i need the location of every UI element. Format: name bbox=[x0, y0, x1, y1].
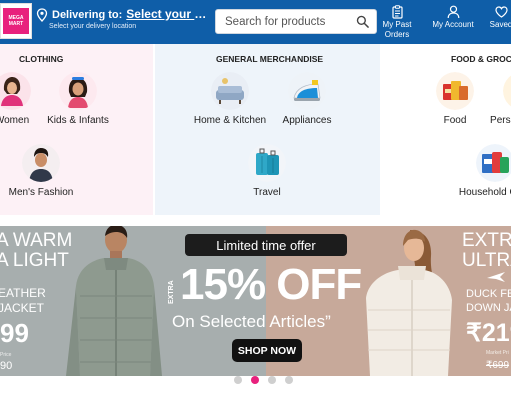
category-mens-fashion[interactable]: Men's Fashion bbox=[1, 144, 81, 198]
past-orders-label-2: Orders bbox=[384, 30, 410, 39]
banner-left-price: 99 bbox=[0, 318, 29, 348]
general-merchandise-panel: GENERAL MERCHANDISE Home & Kitchen Appli… bbox=[155, 44, 380, 215]
category-personal-care[interactable]: Personal Care bbox=[482, 72, 511, 126]
my-account-button[interactable]: My Account bbox=[430, 5, 476, 30]
carousel-dot[interactable] bbox=[268, 376, 276, 384]
food-grocery-panel: FOOD & GROCERY Food Personal Care Househ… bbox=[382, 44, 511, 215]
carousel-dot-active[interactable] bbox=[251, 376, 259, 384]
category-travel[interactable]: Travel bbox=[227, 144, 307, 198]
extra-label: EXTRA bbox=[168, 280, 175, 304]
category-label: Food bbox=[443, 115, 467, 126]
clothing-title: CLOTHING bbox=[19, 54, 64, 64]
category-label: Travel bbox=[253, 187, 281, 198]
banner-right-mrp: ₹699 bbox=[486, 360, 510, 371]
banner-left-heading-1: A WARM bbox=[0, 230, 73, 251]
store-logo[interactable]: MEGA MART bbox=[0, 3, 32, 39]
delivering-to-label: Delivering to: bbox=[52, 9, 123, 21]
past-orders-label-1: My Past bbox=[382, 20, 412, 29]
category-label: Men's Fashion bbox=[8, 187, 74, 198]
banner-right-price-label: Market Pri bbox=[486, 350, 509, 356]
logo-text-2: MART bbox=[8, 21, 24, 27]
food-image bbox=[436, 72, 474, 110]
category-home-kitchen[interactable]: Home & Kitchen bbox=[190, 72, 270, 126]
banner-left-price-label: Price bbox=[0, 352, 12, 358]
account-label: My Account bbox=[432, 20, 474, 29]
category-appliances[interactable]: Appliances bbox=[267, 72, 347, 126]
category-label: Personal Care bbox=[490, 115, 511, 126]
shop-now-button[interactable]: SHOP NOW bbox=[232, 339, 302, 362]
category-label: Household Care bbox=[458, 187, 511, 198]
discount-headline: 15% OFF bbox=[180, 260, 362, 309]
banner-right-sub-1: DUCK FEATH bbox=[466, 288, 511, 300]
location-pin-icon bbox=[36, 8, 48, 22]
personal-care-image bbox=[503, 75, 511, 107]
heart-icon bbox=[494, 6, 508, 18]
category-label: Home & Kitchen bbox=[193, 115, 267, 126]
search-bar[interactable] bbox=[215, 9, 377, 34]
limited-time-offer-badge: Limited time offer bbox=[185, 234, 347, 256]
plane-icon bbox=[487, 272, 505, 282]
travel-image bbox=[248, 144, 286, 182]
home-kitchen-image bbox=[211, 72, 249, 110]
saved-items-button[interactable]: Saved bbox=[486, 5, 511, 30]
banner-left-heading-2: A LIGHT bbox=[0, 250, 69, 271]
appliances-image bbox=[288, 72, 326, 110]
banner-right-heading-1: EXTRA bbox=[462, 230, 511, 251]
category-kids-infants[interactable]: Kids & Infants bbox=[38, 72, 118, 126]
model-gray-jacket-image bbox=[66, 226, 162, 376]
search-input[interactable] bbox=[225, 15, 353, 28]
banner-left-sub-1: EATHER bbox=[0, 286, 46, 300]
clothing-category-panel: CLOTHING Women Kids & Infants Men's Fash… bbox=[0, 44, 153, 215]
banner-left-mrp: 90 bbox=[0, 360, 13, 372]
kids-image bbox=[59, 72, 97, 110]
banner-right-heading-2: ULTRA bbox=[462, 250, 511, 271]
orders-icon bbox=[391, 5, 403, 19]
women-image bbox=[0, 72, 31, 110]
carousel-dots bbox=[234, 376, 293, 384]
logo-mark: MEGA MART bbox=[3, 8, 29, 34]
household-care-image bbox=[476, 144, 511, 182]
user-icon bbox=[447, 5, 459, 19]
food-grocery-title: FOOD & GROCERY bbox=[451, 54, 511, 64]
banner-right-sub-2: DOWN JA bbox=[466, 302, 511, 314]
category-label: Appliances bbox=[282, 115, 332, 126]
promo-banner[interactable]: A WARM A LIGHT EATHER JACKET 99 Price 90… bbox=[0, 226, 511, 376]
delivery-location-selector[interactable]: Delivering to: Select your delivery loca… bbox=[36, 7, 212, 30]
search-icon[interactable] bbox=[356, 15, 369, 28]
banner-left-sub-2: JACKET bbox=[0, 301, 45, 315]
saved-label: Saved bbox=[489, 20, 511, 29]
category-label: Women bbox=[0, 115, 30, 126]
category-label: Kids & Infants bbox=[47, 115, 109, 126]
carousel-dot[interactable] bbox=[285, 376, 293, 384]
banner-right-price: ₹219 bbox=[466, 319, 511, 347]
general-merchandise-title: GENERAL MERCHANDISE bbox=[216, 54, 324, 64]
mens-fashion-image bbox=[22, 144, 60, 182]
delivery-sub-text: Select your delivery location bbox=[49, 23, 137, 30]
model-cream-jacket-image bbox=[366, 229, 452, 376]
carousel-dot[interactable] bbox=[234, 376, 242, 384]
category-household-care[interactable]: Household Care bbox=[455, 144, 511, 198]
select-location-link[interactable]: Select your delivery location bbox=[126, 7, 212, 21]
selected-articles-text: On Selected Articles” bbox=[172, 312, 331, 331]
my-past-orders-button[interactable]: My Past Orders bbox=[381, 5, 413, 40]
top-header: MEGA MART Delivering to: Select your del… bbox=[0, 0, 511, 44]
